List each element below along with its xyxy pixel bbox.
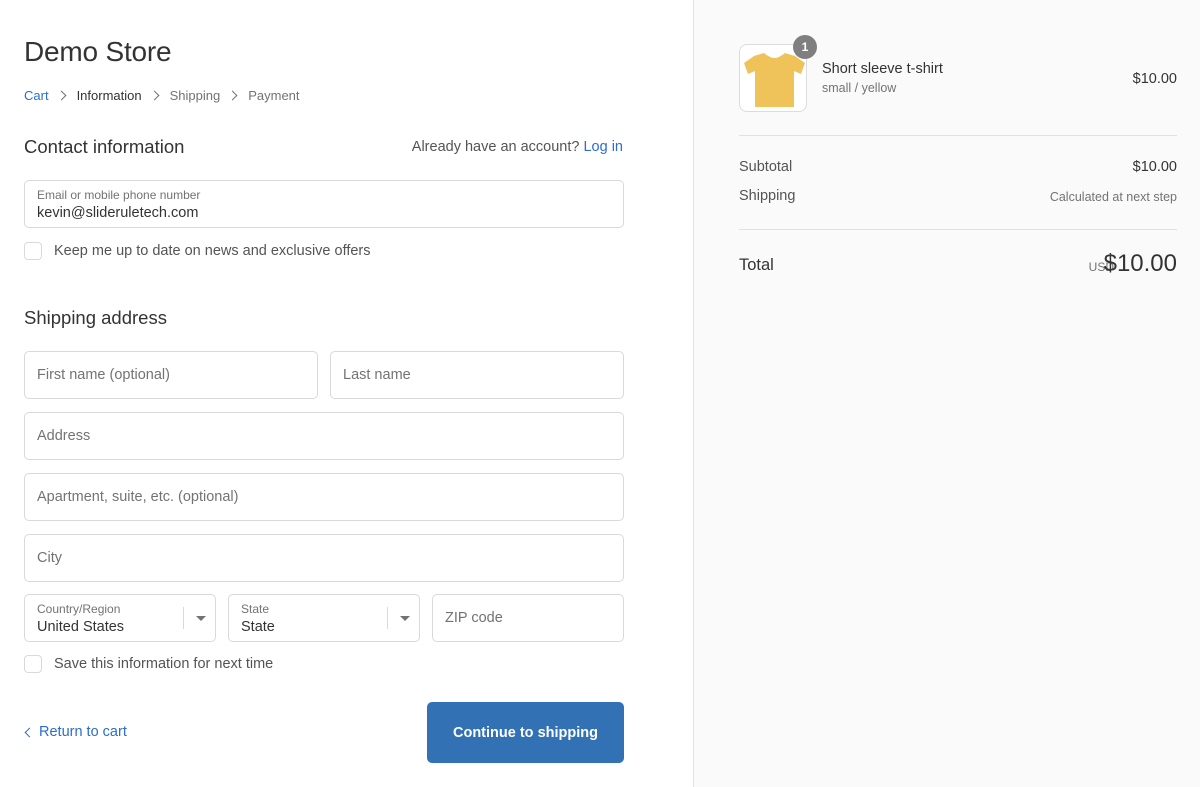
login-link[interactable]: Log in [583,139,623,155]
save-info-label: Save this information for next time [54,656,274,672]
contact-information-title: Contact information [24,136,185,157]
summary-divider [739,135,1177,136]
first-name-field[interactable]: First name (optional) [24,351,318,399]
city-field[interactable]: City [24,534,624,582]
email-field-value: kevin@slideruletech.com [37,205,199,221]
subtotal-label: Subtotal [739,159,793,175]
return-to-cart-label: Return to cart [39,724,127,740]
account-prompt-text: Already have an account? [411,139,580,155]
state-select[interactable]: State State [228,594,420,642]
address-placeholder: Address [37,428,91,444]
account-prompt: Already have an account? Log in [412,139,623,155]
country-select-label: Country/Region [37,602,121,616]
apartment-field[interactable]: Apartment, suite, etc. (optional) [24,473,624,521]
city-placeholder: City [37,550,62,566]
return-to-cart-link[interactable]: Return to cart [24,724,127,740]
chevron-right-icon [149,90,160,101]
caret-down-icon [196,616,206,621]
country-select[interactable]: Country/Region United States [24,594,216,642]
state-select-value: State [241,619,275,635]
breadcrumb-payment: Payment [248,88,300,103]
newsletter-label: Keep me up to date on news and exclusive… [54,243,371,259]
first-name-placeholder: First name (optional) [37,367,170,383]
breadcrumb-shipping: Shipping [169,88,221,103]
product-variant: small / yellow [822,81,897,95]
chevron-right-icon [227,90,238,101]
subtotal-value: $10.00 [1132,159,1177,175]
last-name-field[interactable]: Last name [330,351,624,399]
order-summary-sidebar: 1 Short sleeve t-shirt small / yellow $1… [693,0,1200,787]
continue-to-shipping-button[interactable]: Continue to shipping [427,702,624,763]
save-info-checkbox-row[interactable]: Save this information for next time [24,655,273,673]
product-name: Short sleeve t-shirt [822,61,943,77]
address-field[interactable]: Address [24,412,624,460]
shipping-address-title: Shipping address [24,307,167,328]
zip-code-field[interactable]: ZIP code [432,594,624,642]
total-value: $10.00 [1103,250,1177,277]
select-divider [387,607,388,629]
zip-code-placeholder: ZIP code [445,610,503,626]
email-field-label: Email or mobile phone number [37,188,201,202]
apartment-placeholder: Apartment, suite, etc. (optional) [37,489,239,505]
breadcrumb-cart[interactable]: Cart [24,88,49,103]
quantity-badge: 1 [793,35,817,59]
save-info-checkbox[interactable] [24,655,42,673]
chevron-right-icon [56,90,67,101]
chevron-left-icon [24,727,35,737]
country-select-value: United States [37,619,125,635]
caret-down-icon [400,616,410,621]
total-label: Total [739,256,774,274]
store-title: Demo Store [24,36,172,67]
newsletter-checkbox[interactable] [24,242,42,260]
breadcrumb: Cart Information Shipping Payment [24,88,300,103]
last-name-placeholder: Last name [343,367,411,383]
state-select-label: State [241,602,270,616]
newsletter-checkbox-row[interactable]: Keep me up to date on news and exclusive… [24,242,371,260]
shipping-label: Shipping [739,188,796,204]
summary-divider [739,229,1177,230]
select-divider [183,607,184,629]
checkout-main: Demo Store Cart Information Shipping Pay… [0,0,693,787]
email-field[interactable]: Email or mobile phone number kevin@slide… [24,180,624,228]
breadcrumb-information: Information [76,88,142,103]
product-price: $10.00 [1132,71,1177,87]
shipping-value: Calculated at next step [1049,190,1177,204]
